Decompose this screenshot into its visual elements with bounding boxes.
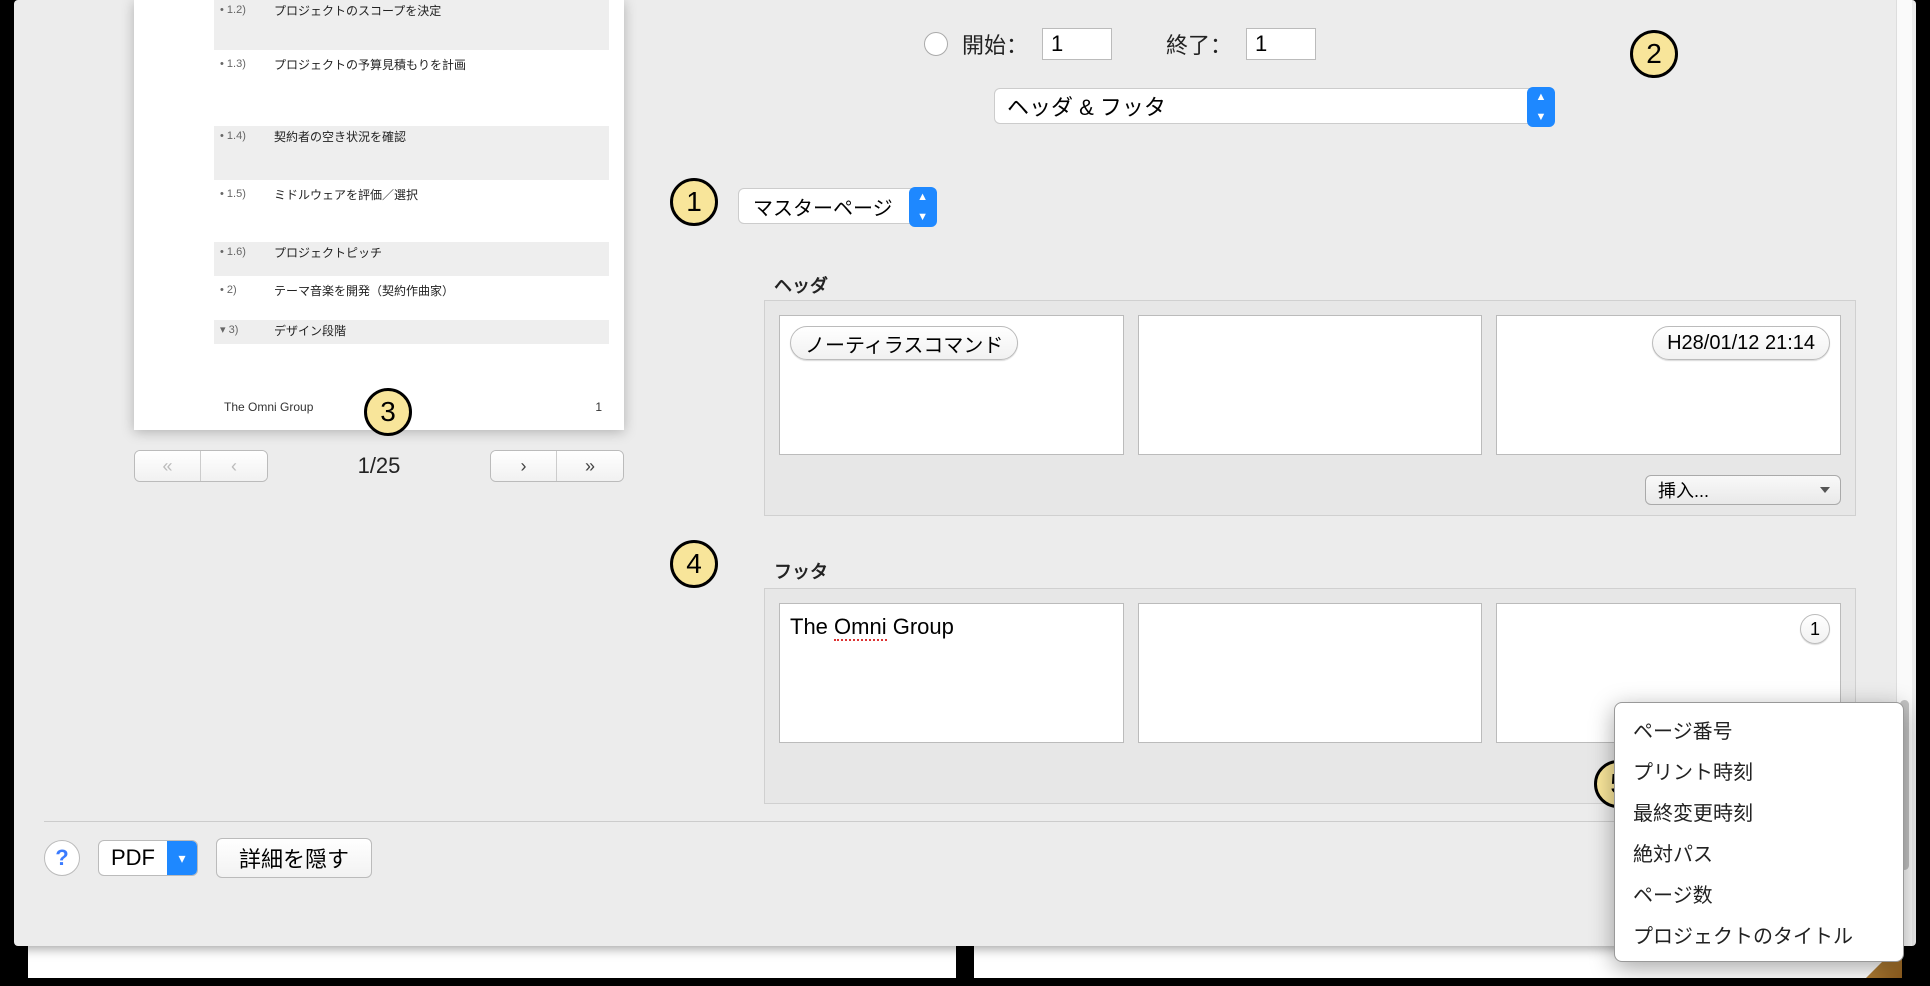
insert-menu-item[interactable]: 絶対パス xyxy=(1615,832,1903,873)
range-start-field[interactable] xyxy=(1042,28,1112,60)
last-page-button[interactable]: » xyxy=(557,451,623,481)
page-counter: 1/25 xyxy=(274,453,484,479)
stepper-icon: ▲▼ xyxy=(1527,87,1555,127)
thumb-row: ▾ 3)デザイン段階 xyxy=(214,320,609,344)
thumb-footer-right: 1 xyxy=(595,400,602,414)
annotation-1: 1 xyxy=(670,178,718,226)
help-button[interactable]: ? xyxy=(44,840,80,876)
thumb-row: • 2)テーマ音楽を開発（契約作曲家） xyxy=(214,280,609,316)
footer-pagenum-token[interactable]: 1 xyxy=(1800,614,1830,644)
thumb-footer-left: The Omni Group xyxy=(224,400,313,414)
range-end-field[interactable] xyxy=(1246,28,1316,60)
divider xyxy=(44,821,1856,822)
footer-section-title: フッタ xyxy=(774,558,828,584)
pdf-dropdown[interactable]: PDF ▾ xyxy=(98,840,198,876)
footer-center-cell[interactable] xyxy=(1138,603,1483,743)
insert-menu-item[interactable]: 最終変更時刻 xyxy=(1615,791,1903,832)
prev-page-button[interactable]: ‹ xyxy=(201,451,267,481)
chevron-down-icon: ▾ xyxy=(167,841,197,875)
header-section-title: ヘッダ xyxy=(774,272,828,298)
page-thumbnail: • 1.2)プロジェクトのスコープを決定• 1.3)プロジェクトの予算見積もりを… xyxy=(134,0,624,430)
page-scope-select[interactable]: マスターページ ▲▼ xyxy=(738,188,936,224)
header-right-token[interactable]: H28/01/12 21:14 xyxy=(1652,326,1830,360)
footer-left-text: The Omni Group xyxy=(790,614,954,641)
section-selector-label: ヘッダ & フッタ xyxy=(1007,90,1166,122)
thumb-row: • 1.3)プロジェクトの予算見積もりを計画 xyxy=(214,54,609,122)
preview-pager: « ‹ 1/25 › » xyxy=(134,450,624,482)
print-preview-pane: • 1.2)プロジェクトのスコープを決定• 1.3)プロジェクトの予算見積もりを… xyxy=(134,0,634,430)
insert-popup-menu: ページ番号プリント時刻最終変更時刻絶対パスページ数プロジェクトのタイトル xyxy=(1614,702,1904,962)
section-selector[interactable]: ヘッダ & フッタ ▲▼ xyxy=(994,88,1554,124)
hide-details-button[interactable]: 詳細を隠す xyxy=(216,838,372,878)
annotation-2: 2 xyxy=(1630,30,1678,78)
pdf-label: PDF xyxy=(99,845,167,871)
insert-menu-item[interactable]: プロジェクトのタイトル xyxy=(1615,914,1903,955)
range-from-radio[interactable] xyxy=(924,32,948,56)
header-right-cell[interactable]: H28/01/12 21:14 xyxy=(1496,315,1841,455)
header-insert-dropdown[interactable]: 挿入... xyxy=(1645,475,1841,505)
footer-left-cell[interactable]: The Omni Group xyxy=(779,603,1124,743)
thumb-row: • 1.2)プロジェクトのスコープを決定 xyxy=(214,0,609,50)
insert-menu-item[interactable]: プリント時刻 xyxy=(1615,750,1903,791)
header-panel: ノーティラスコマンド H28/01/12 21:14 挿入... xyxy=(764,300,1856,516)
stepper-icon: ▲▼ xyxy=(909,187,937,227)
page-scope-label: マスターページ xyxy=(753,192,893,221)
page-range-row: 開始： 終了： xyxy=(924,28,1316,60)
first-page-button[interactable]: « xyxy=(135,451,201,481)
insert-menu-item[interactable]: ページ数 xyxy=(1615,873,1903,914)
thumb-row: • 1.5)ミドルウェアを評価／選択 xyxy=(214,184,609,238)
insert-label: 挿入... xyxy=(1658,477,1709,503)
header-left-token[interactable]: ノーティラスコマンド xyxy=(790,326,1018,360)
sheet-bottom-bar: ? PDF ▾ 詳細を隠す キャンセル xyxy=(44,830,1856,886)
thumb-row: • 1.4)契約者の空き状況を確認 xyxy=(214,126,609,180)
annotation-4: 4 xyxy=(670,540,718,588)
header-left-cell[interactable]: ノーティラスコマンド xyxy=(779,315,1124,455)
annotation-3: 3 xyxy=(364,388,412,436)
start-label: 開始： xyxy=(962,28,1028,60)
insert-menu-item[interactable]: ページ番号 xyxy=(1615,709,1903,750)
next-page-button[interactable]: › xyxy=(491,451,557,481)
header-center-cell[interactable] xyxy=(1138,315,1483,455)
thumb-row: • 1.6)プロジェクトピッチ xyxy=(214,242,609,276)
end-label: 終了： xyxy=(1166,28,1232,60)
